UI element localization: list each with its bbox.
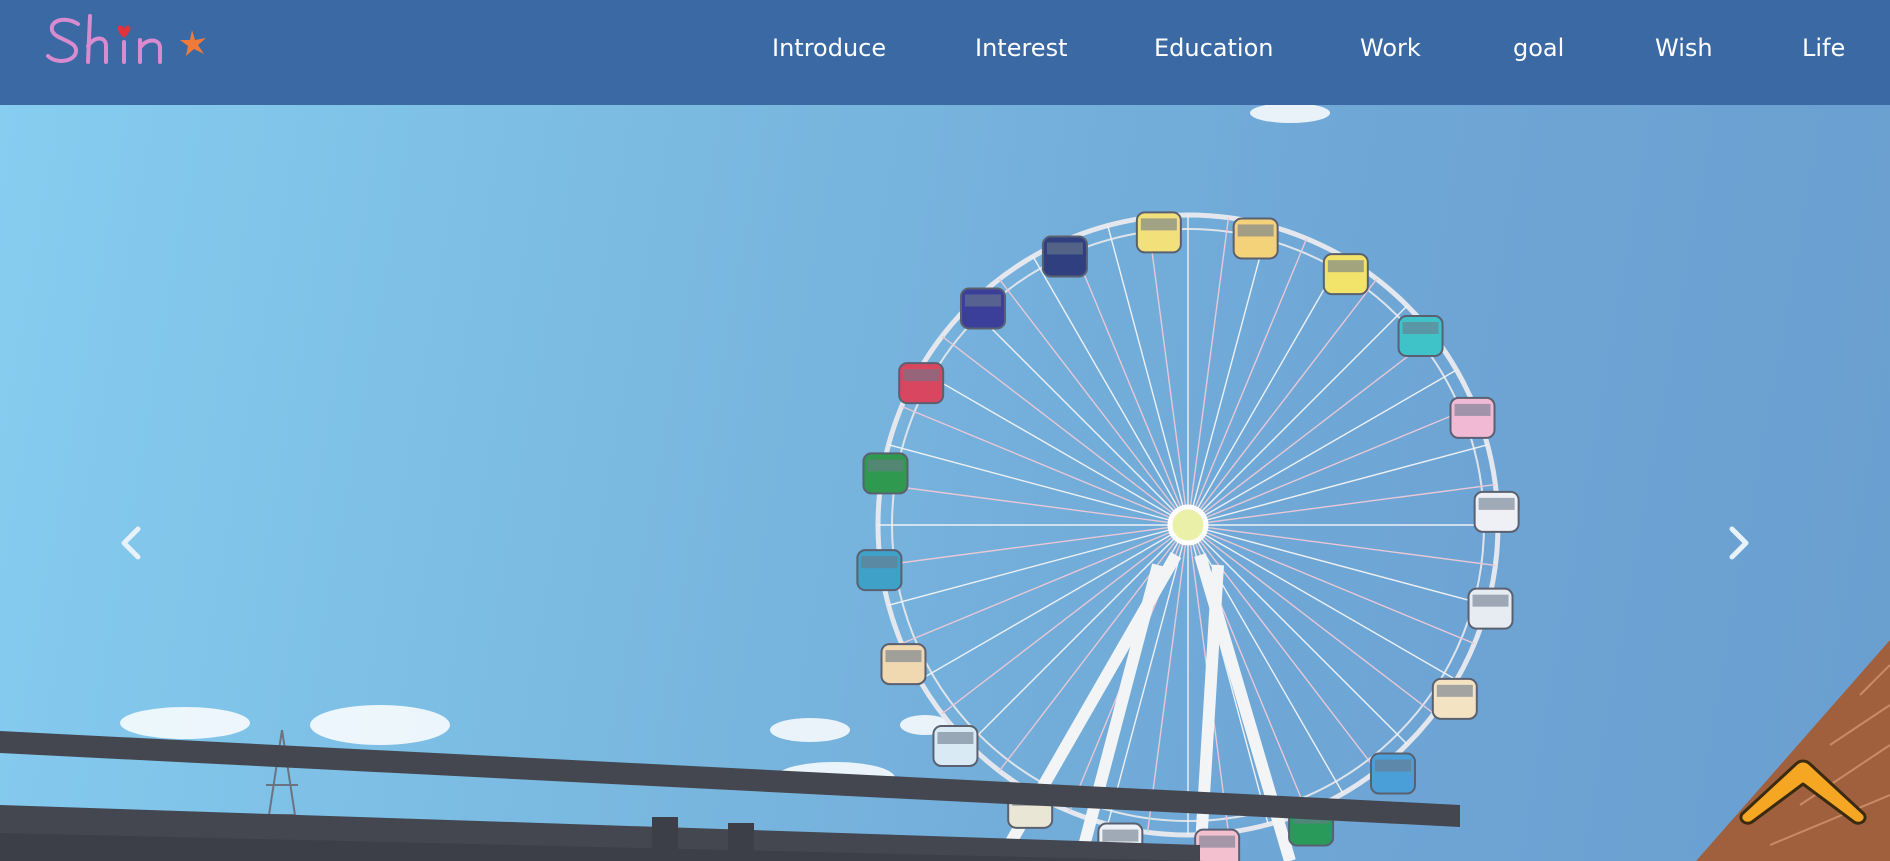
gondola: [1135, 211, 1182, 254]
logo[interactable]: [44, 10, 224, 70]
nav-item-life[interactable]: Life: [1802, 34, 1845, 62]
chevron-left-icon: [121, 526, 141, 560]
back-to-top-button[interactable]: [1736, 756, 1870, 826]
ferris-wheel: [856, 211, 1520, 861]
navbar: Introduce Interest Education Work goal W…: [0, 0, 1890, 105]
clouds: [120, 105, 1330, 794]
carousel-prev-button[interactable]: [118, 525, 158, 585]
nav-item-introduce[interactable]: Introduce: [772, 34, 886, 62]
hero-carousel: [0, 105, 1890, 861]
chevron-right-icon: [1729, 526, 1749, 560]
gondola: [856, 549, 903, 592]
nav-item-interest[interactable]: Interest: [975, 34, 1067, 62]
logo-script-icon: [46, 14, 206, 64]
railing: [0, 731, 1460, 861]
nav-item-wish[interactable]: Wish: [1655, 34, 1713, 62]
chevron-up-icon: [1739, 759, 1867, 825]
nav-item-work[interactable]: Work: [1360, 34, 1421, 62]
carousel-next-button[interactable]: [1726, 525, 1766, 585]
nav-item-goal[interactable]: goal: [1513, 34, 1564, 62]
ferris-wheel-photo: [0, 105, 1890, 861]
roof: [1696, 640, 1890, 861]
nav-item-education[interactable]: Education: [1154, 34, 1273, 62]
